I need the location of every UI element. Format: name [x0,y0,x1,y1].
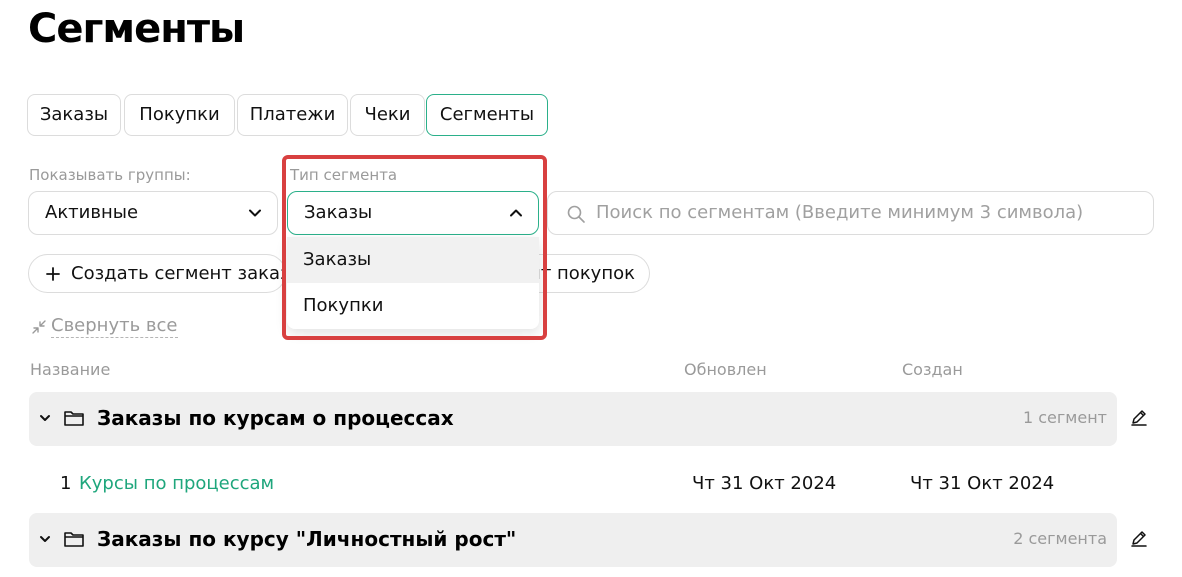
chevron-down-icon [249,209,261,217]
segment-type-value: Заказы [304,202,373,223]
column-header-created: Создан [902,360,963,379]
tab-segments[interactable]: Сегменты [426,94,548,136]
create-order-segment-label: Создать сегмент заказов [71,263,285,284]
collapse-all-label: Свернуть все [51,315,178,338]
group-title: Заказы по курсам о процессах [97,406,454,430]
groups-filter-label: Показывать группы: [29,166,191,184]
segment-type-dropdown-menu: Заказы Покупки [287,237,539,329]
segment-type-select[interactable]: Заказы [287,191,539,235]
groups-filter-value: Активные [45,202,139,223]
group-title: Заказы по курсу "Личностный рост" [97,527,517,551]
page-title: Сегменты [28,6,245,52]
plus-icon [46,267,60,281]
chevron-down-icon[interactable] [39,533,51,545]
segment-group[interactable]: Заказы по курсам о процессах 1 сегмент [29,392,1117,446]
row-created-date: Чт 31 Окт 2024 [910,473,1055,494]
chevron-up-icon [510,209,522,217]
create-order-segment-button[interactable]: Создать сегмент заказов [28,254,286,293]
tab-orders[interactable]: Заказы [27,94,121,136]
search-placeholder: Поиск по сегментам (Введите минимум 3 си… [596,202,1084,223]
folder-icon [64,532,84,547]
groups-filter-select[interactable]: Активные [28,191,278,235]
pencil-icon[interactable] [1129,407,1149,427]
search-icon [567,205,585,223]
column-header-updated: Обновлен [684,360,767,379]
column-header-name: Название [30,360,111,379]
create-purchase-segment-button[interactable]: Создать сегмент покупок [522,254,650,293]
group-count: 2 сегмента [1013,529,1107,548]
folder-icon [64,411,84,426]
collapse-icon [32,320,46,334]
dropdown-option-purchases[interactable]: Покупки [287,283,539,329]
pencil-icon[interactable] [1129,528,1149,548]
segment-group[interactable]: Заказы по курсу "Личностный рост" 2 сегм… [29,513,1117,567]
group-count: 1 сегмент [1022,408,1107,427]
tab-receipts[interactable]: Чеки [350,94,425,136]
row-number: 1 [60,473,72,494]
segment-type-label: Тип сегмента [290,166,398,184]
segment-link[interactable]: Курсы по процессам [79,473,274,494]
segment-search-input[interactable]: Поиск по сегментам (Введите минимум 3 си… [547,191,1154,235]
tab-payments[interactable]: Платежи [237,94,348,136]
tab-purchases[interactable]: Покупки [124,94,235,136]
row-updated-date: Чт 31 Окт 2024 [692,473,837,494]
chevron-down-icon[interactable] [39,412,51,424]
dropdown-option-orders[interactable]: Заказы [287,237,539,283]
